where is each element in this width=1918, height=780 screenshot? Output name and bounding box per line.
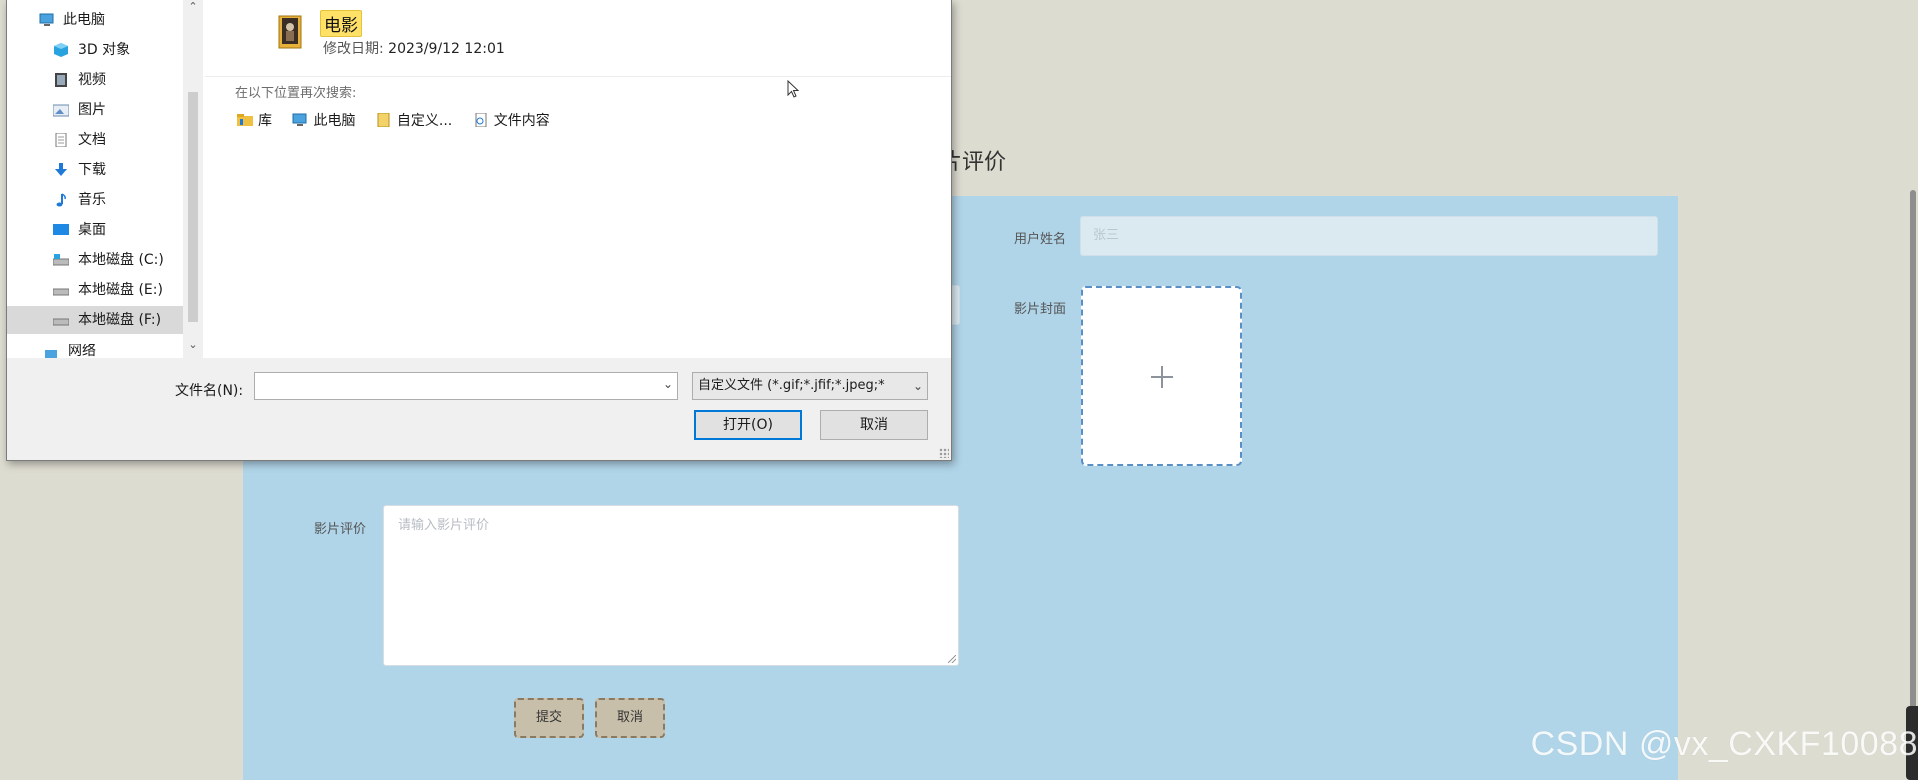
cover-label: 影片封面 (1014, 302, 1067, 317)
nav-label: 文档 (78, 132, 106, 148)
nav-label: 网络 (68, 344, 96, 358)
review-label: 影片评价 (314, 522, 367, 537)
document-icon (55, 133, 67, 147)
username-input[interactable]: 张三 (1080, 216, 1658, 256)
chevron-up-icon[interactable]: ⌃ (187, 0, 199, 13)
dialog-footer: 文件名(N): ⌄ 自定义文件 (*.gif;*.jfif;*.jpeg;* ⌄… (7, 358, 951, 460)
review-textarea[interactable]: 请输入影片评价 (383, 505, 959, 666)
search-link-custom[interactable]: 自定义... (376, 110, 452, 130)
review-placeholder: 请输入影片评价 (398, 518, 490, 533)
network-icon (45, 350, 57, 358)
search-link-this-pc[interactable]: 此电脑 (292, 110, 355, 130)
nav-item-drive-f[interactable]: 本地磁盘 (F:) (7, 306, 183, 334)
download-icon (55, 163, 67, 176)
filename-input[interactable]: ⌄ (254, 372, 678, 400)
resize-grip-icon[interactable] (939, 448, 949, 458)
nav-label: 本地磁盘 (F:) (78, 312, 162, 328)
plus-icon (1151, 366, 1173, 388)
modified-value: 2023/9/12 12:01 (388, 41, 505, 57)
nav-item-music[interactable]: 音乐 (7, 186, 183, 214)
nav-label: 此电脑 (63, 12, 105, 28)
result-name: 电影 (320, 10, 362, 37)
nav-label: 3D 对象 (78, 42, 131, 58)
nav-item-desktop[interactable]: 桌面 (7, 216, 183, 244)
chevron-down-icon[interactable]: ⌄ (187, 338, 199, 351)
nav-label: 下载 (78, 162, 106, 178)
nav-item-drive-e[interactable]: 本地磁盘 (E:) (7, 276, 183, 304)
search-link-label: 库 (258, 113, 272, 129)
library-icon (237, 114, 253, 126)
search-link-label: 此电脑 (313, 113, 356, 129)
nav-scrollbar-thumb[interactable] (188, 92, 198, 322)
filename-label: 文件名(N): (175, 383, 244, 399)
drive-icon (53, 288, 69, 296)
nav-label: 图片 (78, 102, 106, 118)
chevron-down-icon[interactable]: ⌄ (663, 377, 673, 391)
search-again-links: 库 此电脑 自定义... 文件内容 (237, 110, 566, 130)
nav-item-pictures[interactable]: 图片 (7, 96, 183, 124)
desktop-icon (53, 224, 69, 235)
file-type-value: 自定义文件 (*.gif;*.jfif;*.jpeg;* (698, 378, 885, 393)
custom-folder-icon (377, 113, 390, 127)
file-type-select[interactable]: 自定义文件 (*.gif;*.jfif;*.jpeg;* ⌄ (692, 372, 928, 400)
search-result-item[interactable]: 电影 修改日期: 2023/9/12 12:01 (277, 6, 577, 58)
search-link-file-contents[interactable]: 文件内容 (473, 110, 550, 130)
watermark-text: CSDN @vx_CXKF10088 (1530, 725, 1918, 763)
video-icon (55, 73, 67, 87)
nav-label: 本地磁盘 (E:) (78, 282, 163, 298)
nav-item-videos[interactable]: 视频 (7, 66, 183, 94)
file-content-icon (475, 113, 487, 127)
search-again-label: 在以下位置再次搜索: (235, 86, 357, 101)
pictures-icon (53, 104, 69, 117)
drive-c-icon (53, 254, 69, 266)
drive-icon (53, 318, 69, 326)
modified-label: 修改日期: (323, 41, 384, 57)
username-label: 用户姓名 (1014, 232, 1067, 247)
nav-label: 音乐 (78, 192, 106, 208)
nav-label: 本地磁盘 (C:) (78, 252, 164, 268)
search-results-pane: 电影 修改日期: 2023/9/12 12:01 在以下位置再次搜索: 库 此电… (211, 0, 951, 358)
file-open-dialog: 此电脑 3D 对象 视频 图片 文档 下载 音乐 桌面 本地磁盘 (C:) 本地… (6, 0, 952, 461)
result-modified-date: 修改日期: 2023/9/12 12:01 (323, 38, 505, 58)
nav-item-this-pc[interactable]: 此电脑 (7, 6, 183, 34)
nav-item-network[interactable]: 网络 (7, 344, 183, 358)
nav-label: 桌面 (78, 222, 106, 238)
cover-upload-box[interactable] (1081, 286, 1242, 466)
nav-label: 视频 (78, 72, 106, 88)
music-icon (56, 193, 66, 207)
page-cancel-button[interactable]: 取消 (595, 698, 665, 738)
search-link-library[interactable]: 库 (237, 110, 272, 130)
cube-3d-icon (54, 43, 68, 57)
mouse-cursor-icon (787, 80, 799, 98)
nav-scrollbar[interactable]: ⌃ ⌄ (183, 0, 203, 358)
computer-icon (292, 113, 307, 126)
search-link-label: 自定义... (396, 113, 453, 129)
chevron-down-icon[interactable]: ⌄ (910, 373, 923, 399)
cancel-button[interactable]: 取消 (820, 410, 928, 440)
nav-item-drive-c[interactable]: 本地磁盘 (C:) (7, 246, 183, 274)
computer-icon (39, 13, 54, 26)
nav-item-documents[interactable]: 文档 (7, 126, 183, 154)
navigation-pane: 此电脑 3D 对象 视频 图片 文档 下载 音乐 桌面 本地磁盘 (C:) 本地… (7, 0, 203, 358)
submit-button[interactable]: 提交 (514, 698, 584, 738)
resize-grip-icon[interactable] (948, 655, 956, 663)
nav-item-downloads[interactable]: 下载 (7, 156, 183, 184)
nav-item-3d-objects[interactable]: 3D 对象 (7, 36, 183, 64)
search-link-label: 文件内容 (493, 113, 550, 129)
page-scrollbar[interactable] (1910, 190, 1916, 780)
open-button[interactable]: 打开(O) (694, 410, 802, 440)
folder-icon (278, 15, 302, 49)
